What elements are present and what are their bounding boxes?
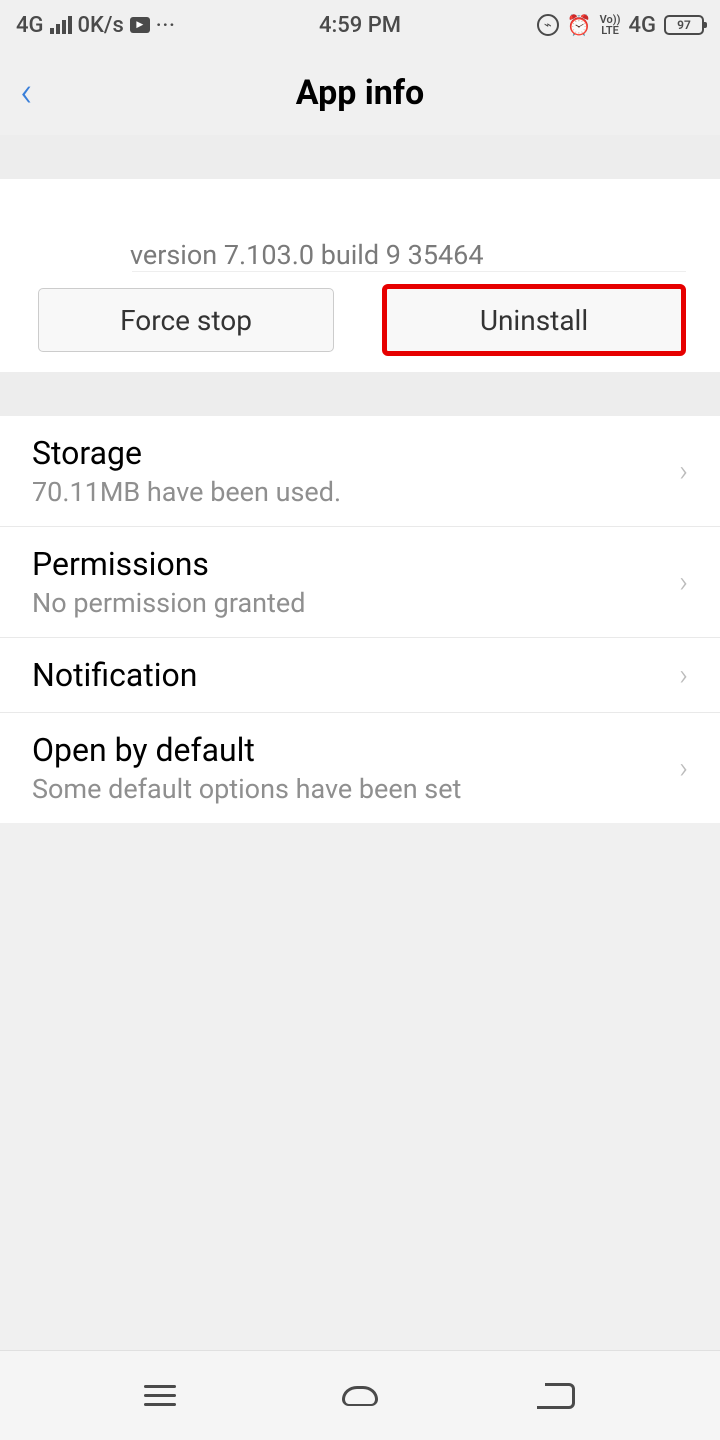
section-divider (0, 135, 720, 179)
status-bar: 4G 0K/s ··· 4:59 PM ⌁ ⏰ Vo))LTE 4G 97 (0, 0, 720, 50)
battery-icon: 97 (664, 15, 704, 35)
home-button[interactable] (340, 1376, 380, 1416)
open-by-default-title: Open by default (32, 731, 667, 769)
data-speed: 0K/s (78, 13, 124, 38)
bluetooth-icon: ⌁ (537, 14, 559, 36)
open-by-default-item[interactable]: Open by default Some default options hav… (0, 713, 720, 823)
chevron-right-icon: › (679, 658, 688, 693)
storage-subtitle: 70.11MB have been used. (32, 476, 667, 508)
open-by-default-subtitle: Some default options have been set (32, 773, 667, 805)
alarm-icon: ⏰ (567, 13, 592, 37)
signal-icon (50, 16, 72, 34)
chevron-right-icon: › (679, 454, 688, 489)
back-nav-button[interactable] (540, 1376, 580, 1416)
volte-icon: Vo))LTE (600, 14, 621, 36)
app-header-row: version 7.103.0 build 9 35464 (0, 179, 720, 271)
permissions-title: Permissions (32, 545, 667, 583)
status-left: 4G 0K/s ··· (16, 13, 176, 38)
storage-title: Storage (32, 434, 667, 472)
settings-list: Storage 70.11MB have been used. › Permis… (0, 416, 720, 823)
status-right: ⌁ ⏰ Vo))LTE 4G 97 (537, 13, 704, 38)
network2-label: 4G (629, 13, 657, 38)
app-name (130, 197, 270, 237)
permissions-subtitle: No permission granted (32, 587, 667, 619)
page-title: App info (296, 73, 424, 113)
page-header: ‹ App info (0, 50, 720, 135)
back-button[interactable]: ‹ (20, 72, 33, 114)
uninstall-button[interactable]: Uninstall (386, 288, 682, 352)
chevron-right-icon: › (679, 751, 688, 786)
status-time: 4:59 PM (319, 13, 401, 38)
app-icon (34, 197, 108, 271)
network-label: 4G (16, 13, 44, 38)
action-buttons-row: Force stop Uninstall (0, 272, 720, 372)
section-divider (0, 372, 720, 416)
notification-item[interactable]: Notification › (0, 638, 720, 713)
video-icon (130, 17, 150, 33)
chevron-right-icon: › (679, 565, 688, 600)
storage-item[interactable]: Storage 70.11MB have been used. › (0, 416, 720, 527)
notification-title: Notification (32, 656, 667, 694)
navigation-bar (0, 1350, 720, 1440)
app-version: version 7.103.0 build 9 35464 (130, 239, 686, 271)
force-stop-button[interactable]: Force stop (38, 288, 334, 352)
app-title-area: version 7.103.0 build 9 35464 (130, 197, 686, 271)
recent-apps-button[interactable] (140, 1376, 180, 1416)
permissions-item[interactable]: Permissions No permission granted › (0, 527, 720, 638)
